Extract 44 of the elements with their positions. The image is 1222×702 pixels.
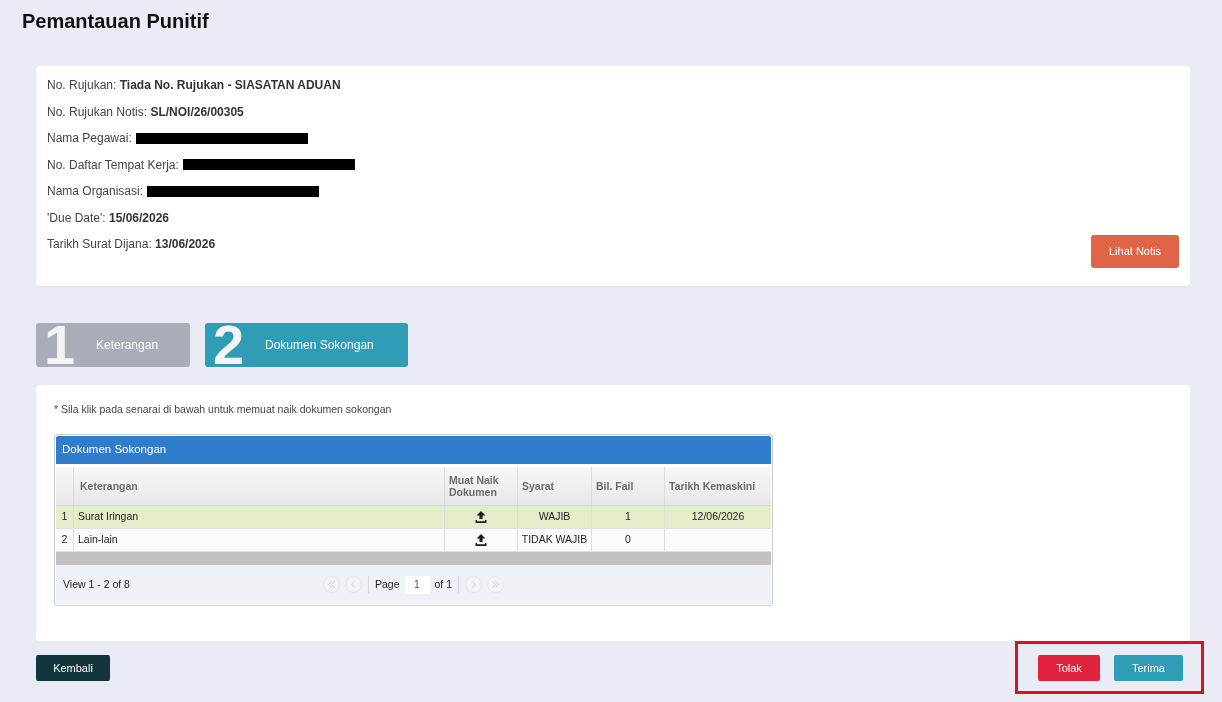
accept-button[interactable]: Terima <box>1114 655 1183 681</box>
chevron-left-icon <box>349 581 357 588</box>
step-tab[interactable]: 2 Dokumen Sokongan <box>205 323 408 367</box>
back-button[interactable]: Kembali <box>36 655 110 681</box>
table-cell: 12/06/2026 <box>691 509 745 525</box>
table-row[interactable]: 1 Surat Iringan WAJIB 1 12/06/2026 <box>56 506 771 529</box>
table-cell: 0 <box>625 532 631 548</box>
page-title: Pemantauan Punitif <box>22 9 209 33</box>
field-label: No. Daftar Tempat Kerja: <box>47 156 179 174</box>
double-chevron-left-icon <box>327 581 335 588</box>
page-input[interactable]: 1 <box>404 575 430 594</box>
row-number: 2 <box>61 532 68 548</box>
info-line: 'Due Date': 15/06/2026 <box>47 209 170 227</box>
record-summary: View 1 - 2 of 8 <box>63 576 130 592</box>
table-cell: WAJIB <box>538 509 571 525</box>
table-cell: 1 <box>625 509 631 525</box>
column-header[interactable]: Tarikh Kemaskini <box>669 480 756 492</box>
step-number: 1 <box>43 323 77 367</box>
upload-icon[interactable] <box>475 534 487 546</box>
table-cell: TIDAK WAJIB <box>521 532 588 548</box>
reject-button[interactable]: Tolak <box>1038 655 1100 681</box>
instruction-text: * Sila klik pada senarai di bawah untuk memuat naik dokumen sokongan <box>54 402 392 416</box>
table-row[interactable]: 2 Lain-lain TIDAK WAJIB 0 <box>56 529 771 552</box>
column-header[interactable]: Bil. Fail <box>596 480 634 492</box>
info-line: Tarikh Surat Dijana: 13/06/2026 <box>47 236 216 254</box>
view-notice-button[interactable]: Lihat Notis <box>1091 235 1179 268</box>
upload-icon[interactable] <box>475 511 487 523</box>
table-cell: Lain-lain <box>78 532 118 548</box>
grid-caption: Dokumen Sokongan <box>56 436 771 464</box>
step-number: 2 <box>212 323 246 367</box>
info-line: No. Rujukan: Tiada No. Rujukan - SIASATAN ADUAN <box>47 77 341 95</box>
info-line: No. Rujukan Notis: SL/NOI/26/00305 <box>47 103 244 121</box>
page-count: of 1 <box>434 576 452 592</box>
page-label: Page <box>374 576 400 592</box>
column-header[interactable]: Syarat <box>522 480 555 492</box>
double-chevron-right-icon <box>492 581 499 588</box>
field-label: Nama Pegawai: <box>47 130 132 148</box>
chevron-right-icon <box>470 581 477 588</box>
field-label: Nama Organisasi: <box>47 183 144 201</box>
horizontal-scrollbar[interactable] <box>56 552 771 565</box>
row-number: 1 <box>61 509 68 525</box>
column-header[interactable]: Keterangan <box>80 480 138 492</box>
column-header[interactable]: Muat Naik Dokumen <box>449 474 517 498</box>
table-cell: Surat Iringan <box>78 509 139 525</box>
